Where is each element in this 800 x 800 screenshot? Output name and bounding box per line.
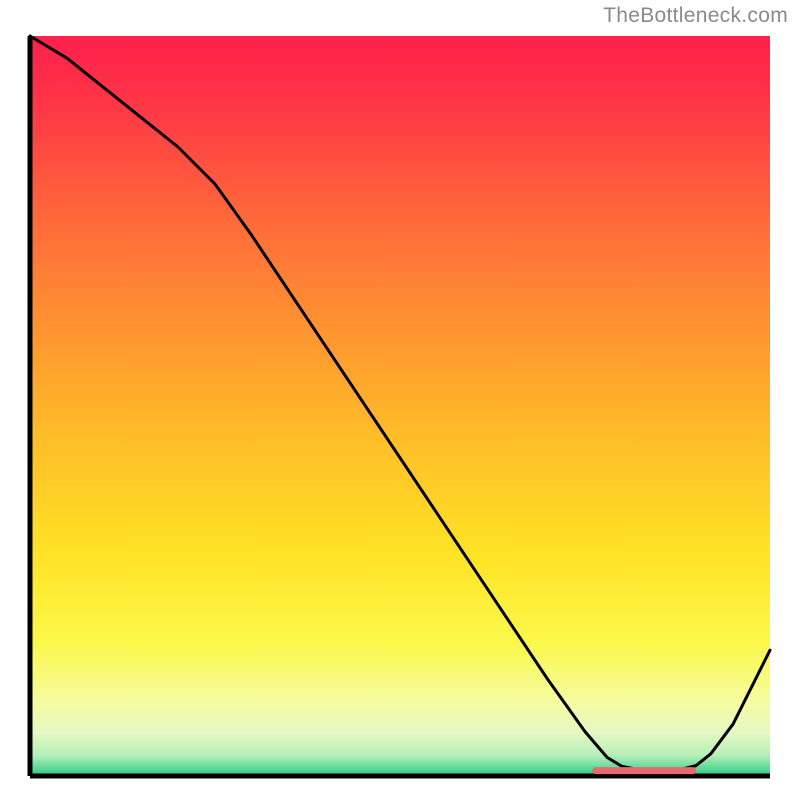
optimal-band bbox=[592, 767, 696, 774]
chart-stage: TheBottleneck.com bbox=[0, 0, 800, 800]
attribution-text: TheBottleneck.com bbox=[603, 4, 788, 28]
curve-line bbox=[30, 36, 770, 770]
plot-area bbox=[30, 36, 770, 776]
chart-svg bbox=[30, 36, 770, 776]
